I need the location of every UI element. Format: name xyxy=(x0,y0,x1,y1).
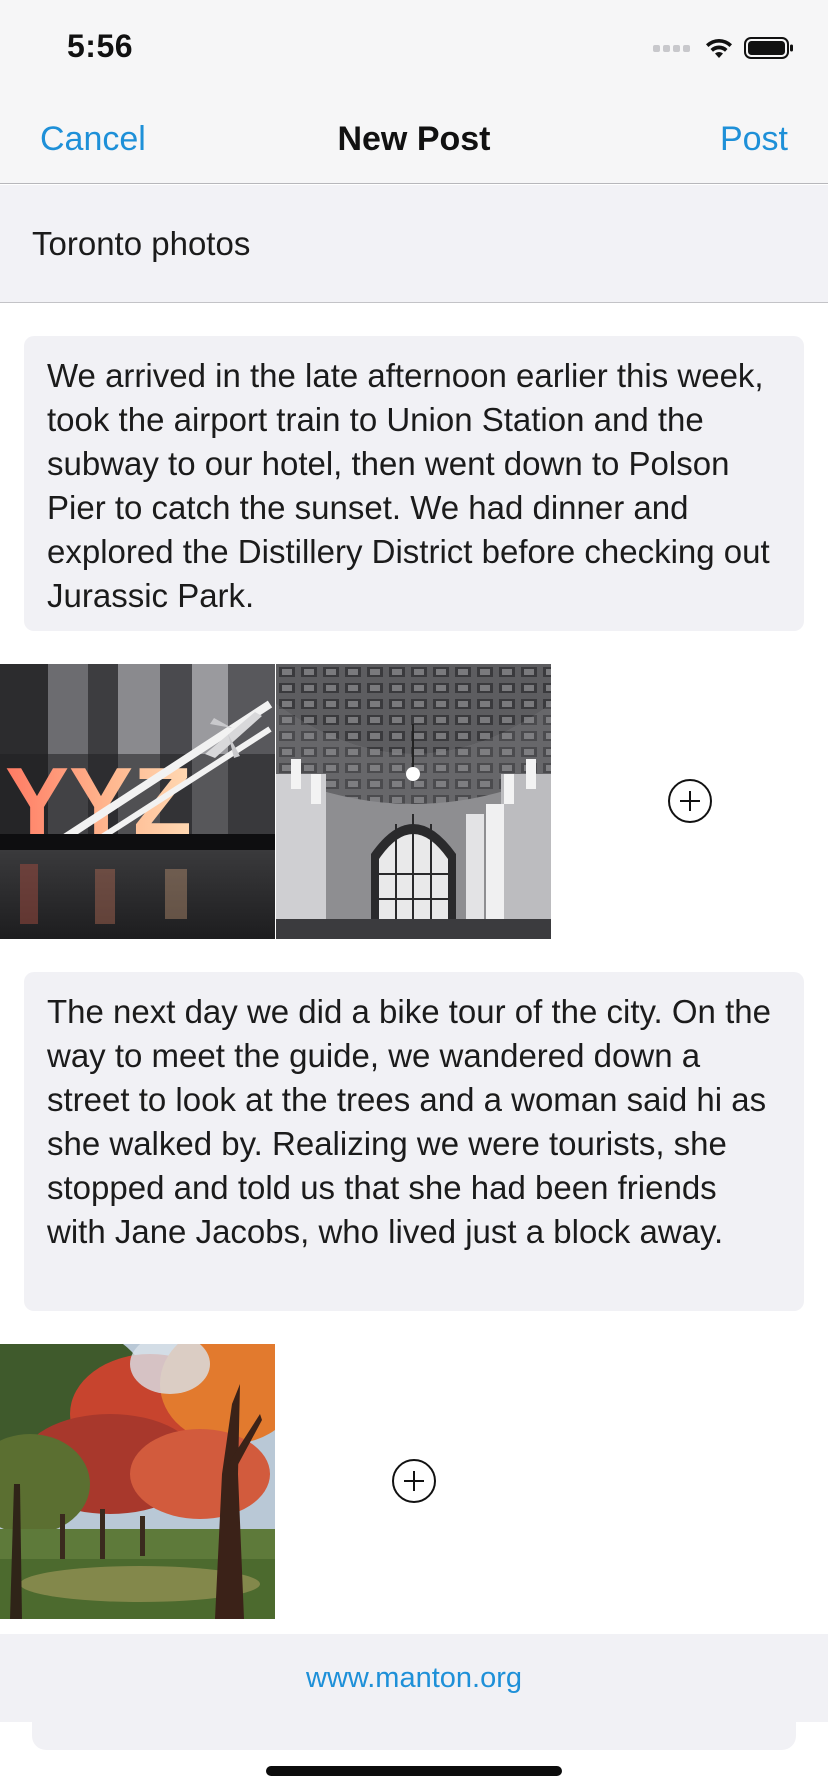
status-time: 5:56 xyxy=(67,28,134,64)
post-title-text[interactable]: Toronto photos xyxy=(32,225,250,263)
post-title-field[interactable]: Toronto photos xyxy=(0,185,828,303)
post-button[interactable]: Post xyxy=(720,120,788,159)
text-block-2[interactable]: The next day we did a bike tour of the c… xyxy=(24,972,804,1311)
page-title: New Post xyxy=(337,120,491,158)
footer-tab xyxy=(32,1722,796,1750)
plus-circle-icon[interactable] xyxy=(668,779,712,823)
yyz-sign-photo[interactable]: YYZ xyxy=(0,664,275,939)
status-icons xyxy=(653,36,794,60)
blog-url-link[interactable]: www.manton.org xyxy=(0,1662,828,1695)
footer-bar: www.manton.org xyxy=(0,1634,828,1722)
home-indicator[interactable] xyxy=(266,1766,562,1776)
signal-icon xyxy=(653,44,690,52)
text-block-1[interactable]: We arrived in the late afternoon earlier… xyxy=(24,336,804,631)
union-station-photo[interactable] xyxy=(276,664,551,939)
autumn-trees-photo[interactable] xyxy=(0,1344,275,1619)
wifi-icon xyxy=(706,38,732,58)
battery-icon xyxy=(744,37,793,59)
status-bar: 5:56 xyxy=(0,0,828,92)
plus-circle-icon[interactable] xyxy=(392,1459,436,1503)
navigation-bar: Cancel New Post Post xyxy=(0,92,828,184)
